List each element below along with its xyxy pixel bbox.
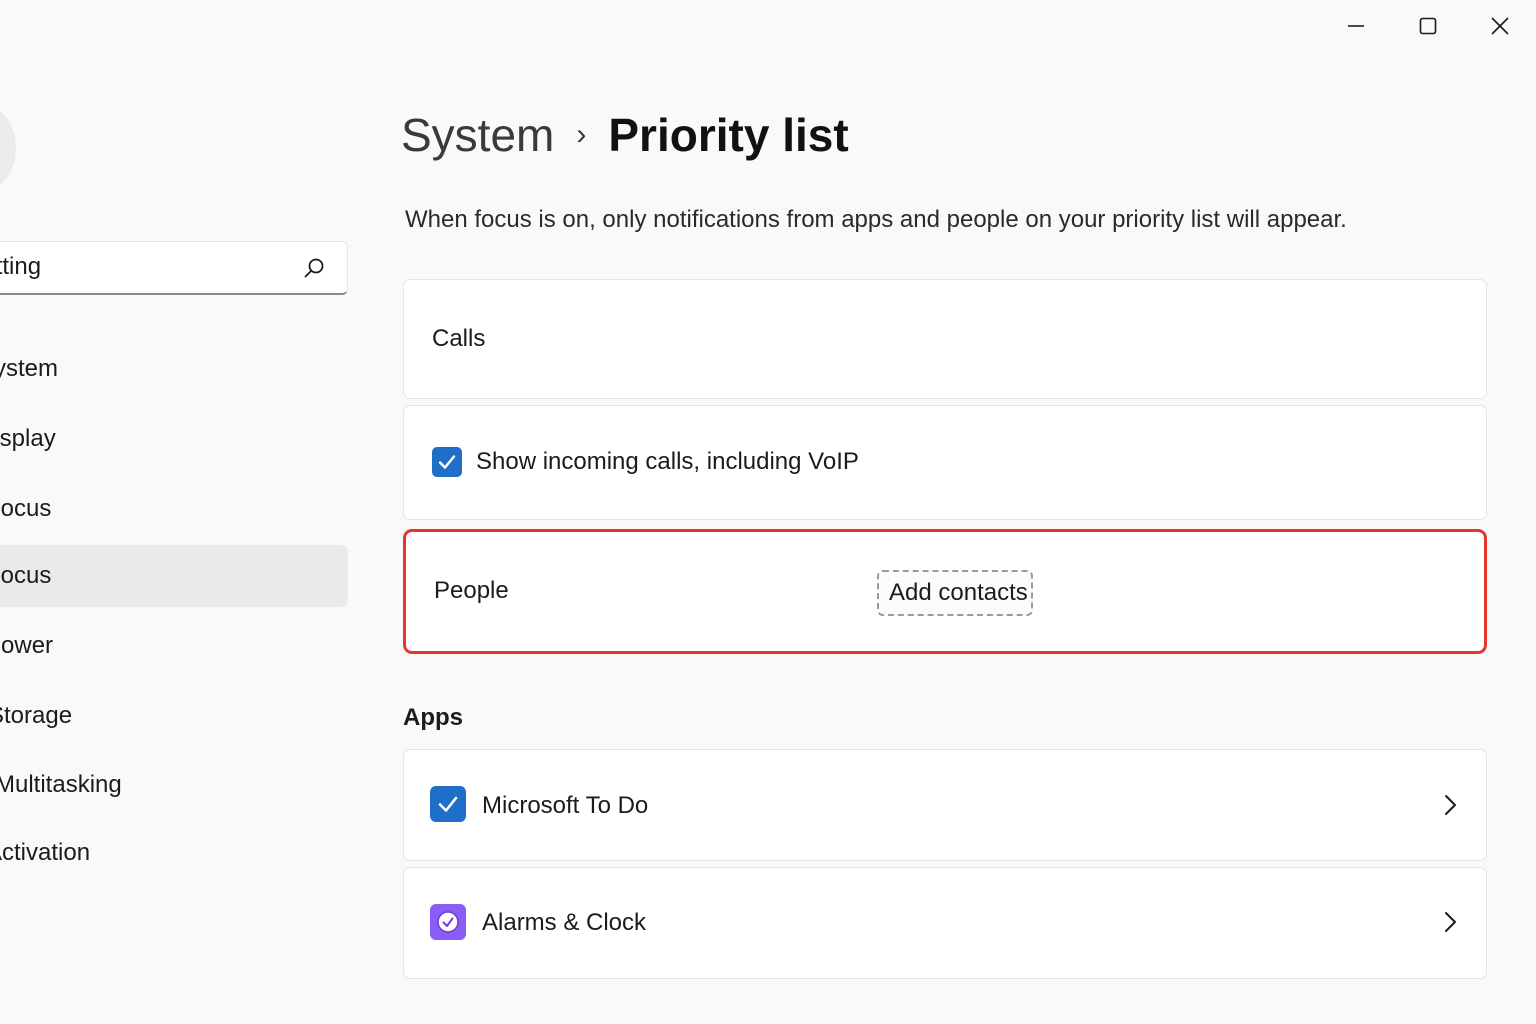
checkbox-checked-icon[interactable] [430, 786, 466, 822]
sidebar-item-label: Display [0, 425, 56, 452]
app-row-microsoft-to-do[interactable]: Microsoft To Do [403, 749, 1487, 861]
alarm-clock-icon [430, 904, 466, 940]
incoming-calls-checkbox[interactable] [432, 447, 462, 477]
sidebar-item-focus-selected[interactable]: Focus [0, 545, 348, 607]
sidebar-item-label: Activation [0, 839, 91, 866]
search-icon[interactable] [303, 257, 325, 279]
sidebar-item-label: Focus [0, 562, 52, 589]
breadcrumb-parent[interactable]: System [401, 108, 554, 162]
sidebar-item-label: Multitasking [0, 771, 122, 798]
page-description: When focus is on, only notifications fro… [405, 206, 1347, 233]
checkmark-icon [438, 455, 456, 469]
app-name: Microsoft To Do [482, 792, 649, 819]
app-row-alarms-clock[interactable]: Alarms & Clock [403, 867, 1487, 979]
minimize-button[interactable] [1320, 0, 1392, 52]
add-contacts-button[interactable]: Add contacts [877, 570, 1033, 616]
sidebar-item-activation[interactable]: Activation [0, 822, 348, 884]
sidebar-item-system[interactable]: System [0, 338, 348, 400]
apps-section-title: Apps [403, 704, 463, 731]
close-button[interactable] [1464, 0, 1536, 52]
sidebar-item-label: System [0, 355, 59, 382]
breadcrumb-separator-icon: › [576, 118, 587, 151]
calls-title: Calls [432, 325, 486, 352]
chevron-right-icon [1445, 795, 1456, 815]
sidebar-item-power[interactable]: Power [0, 615, 348, 677]
close-icon [1491, 17, 1509, 35]
incoming-calls-card: Show incoming calls, including VoIP [403, 405, 1487, 520]
sidebar-item-label: Power [0, 632, 54, 659]
incoming-calls-label: Show incoming calls, including VoIP [476, 448, 859, 475]
minimize-icon [1348, 25, 1364, 27]
page-title: Priority list [608, 109, 849, 161]
search-box[interactable] [0, 241, 348, 295]
sidebar-item-storage[interactable]: Storage [0, 685, 348, 747]
sidebar-item-display[interactable]: Display [0, 408, 348, 470]
maximize-button[interactable] [1392, 0, 1464, 52]
avatar[interactable] [0, 100, 16, 196]
chevron-right-icon [1445, 912, 1456, 932]
people-title: People [434, 577, 509, 604]
search-input[interactable] [0, 242, 281, 292]
sidebar-item-label: Focus [0, 495, 52, 522]
calls-card: Calls [403, 279, 1487, 399]
sidebar-item-multitasking[interactable]: Multitasking [0, 754, 348, 816]
sidebar-item-label: Storage [0, 702, 73, 729]
app-name: Alarms & Clock [482, 909, 647, 936]
settings-window: System Display Focus Focus Power Storage… [0, 0, 1536, 1024]
sidebar-item-focus[interactable]: Focus [0, 478, 348, 540]
people-card: People Add contacts [403, 529, 1487, 654]
breadcrumb: System › Priority list [401, 100, 849, 170]
maximize-icon [1419, 17, 1437, 35]
